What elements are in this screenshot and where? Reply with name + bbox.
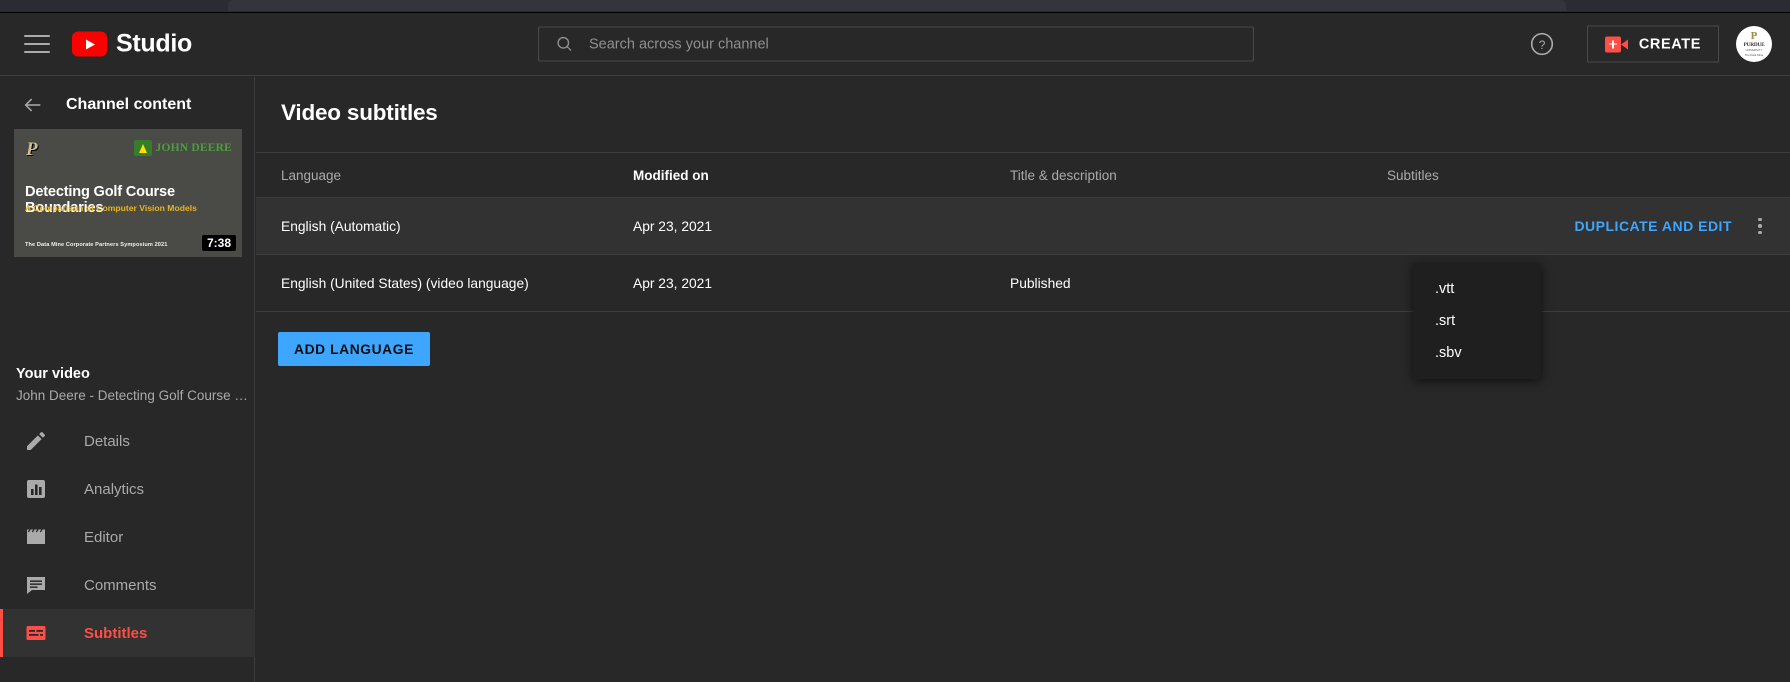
video-duration-badge: 7:38 [202,235,236,251]
sidebar-item-analytics[interactable]: Analytics [0,465,255,513]
sidebar-item-label: Editor [84,529,123,546]
arrow-left-icon [22,94,44,116]
browser-tab-strip [0,0,1790,12]
avatar[interactable]: P PURDUE UNIVERSITY The Data Mine [1736,26,1772,62]
table-header-row: Language Modified on Title & description… [256,152,1790,198]
sidebar-item-editor[interactable]: Editor [0,513,255,561]
create-button-label: CREATE [1639,36,1701,52]
sidebar-item-comments[interactable]: Comments [0,561,255,609]
video-thumbnail[interactable]: P JOHN DEERE Detecting Golf Course Bound… [14,129,242,257]
subtitles-icon [24,621,48,645]
table-row[interactable]: English (United States) (video language)… [256,255,1790,312]
column-header-subtitles[interactable]: Subtitles [1387,168,1637,183]
cell-title-description: Published [1010,276,1387,291]
sidebar-item-details[interactable]: Details [0,417,255,465]
search-bar[interactable] [538,27,1254,62]
dropdown-item-srt[interactable]: .srt [1413,305,1541,337]
page-title: Video subtitles [281,100,438,126]
more-vertical-icon[interactable] [1750,216,1770,236]
sidebar-item-label: Subtitles [84,625,147,642]
sidebar-item-label: Comments [84,577,157,594]
sidebar-nav: Details Analytics Editor [0,417,255,657]
avatar-caption: The Data Mine [1745,54,1763,57]
sidebar-item-label: Analytics [84,481,144,498]
youtube-studio-logo[interactable]: Studio [72,30,192,59]
subtitles-table: Language Modified on Title & description… [256,152,1790,312]
john-deere-label: JOHN DEERE [156,142,232,154]
youtube-studio-window: Studio ? CREATE P PURDUE UNIVERSITY The … [0,0,1790,682]
john-deere-mark [134,140,152,156]
avatar-glyph: P [1751,31,1758,42]
duplicate-and-edit-button[interactable]: DUPLICATE AND EDIT [1574,218,1732,234]
sidebar-item-label: Details [84,433,130,450]
video-title: John Deere - Detecting Golf Course … [16,388,248,403]
back-label: Channel content [66,96,191,114]
clapperboard-icon [24,525,48,549]
your-video-label: Your video [16,366,90,382]
browser-active-tab[interactable] [228,0,1566,11]
comment-icon [24,573,48,597]
app-header: Studio ? CREATE P PURDUE UNIVERSITY The … [0,13,1790,76]
john-deere-logo: JOHN DEERE [134,140,232,156]
table-row[interactable]: English (Automatic) Apr 23, 2021 DUPLICA… [256,198,1790,255]
cell-modified-on: Apr 23, 2021 [633,276,1010,291]
cell-language: English (United States) (video language) [256,276,633,291]
thumbnail-footer: The Data Mine Corporate Partners Symposi… [25,242,167,248]
youtube-play-icon [72,32,107,57]
purdue-logo: P [26,139,38,161]
bar-chart-icon [24,477,48,501]
back-to-channel-content[interactable]: Channel content [0,77,254,132]
sidebar-item-subtitles[interactable]: Subtitles [0,609,255,657]
column-header-title-description[interactable]: Title & description [1010,168,1387,183]
search-icon [555,35,574,54]
column-header-language[interactable]: Language [256,168,633,183]
svg-text:?: ? [1539,38,1546,52]
dropdown-item-vtt[interactable]: .vtt [1413,273,1541,305]
sidebar: Channel content P JOHN DEERE Detecting G… [0,77,255,682]
pencil-icon [24,429,48,453]
hamburger-icon[interactable] [24,35,50,53]
logo-word: Studio [116,30,192,59]
create-button[interactable]: CREATE [1587,26,1719,63]
column-header-modified-on[interactable]: Modified on [633,168,1010,183]
thumbnail-subtitle: A Comparison of Computer Vision Models [25,203,197,213]
download-format-dropdown: .vtt .srt .sbv [1413,263,1541,379]
main-content: Video subtitles Language Modified on Tit… [256,77,1790,682]
cell-language: English (Automatic) [256,219,633,234]
video-camera-plus-icon [1605,36,1628,52]
search-input[interactable] [574,36,1253,52]
help-circle-icon[interactable]: ? [1529,31,1555,57]
add-language-button[interactable]: ADD LANGUAGE [278,332,430,366]
cell-modified-on: Apr 23, 2021 [633,219,1010,234]
row-actions: DUPLICATE AND EDIT [1574,216,1770,236]
dropdown-item-sbv[interactable]: .sbv [1413,337,1541,369]
